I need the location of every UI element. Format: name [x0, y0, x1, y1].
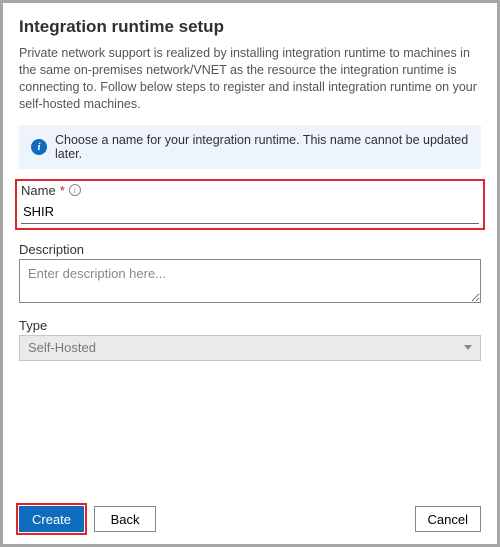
description-field-group: Description — [19, 242, 481, 306]
back-button[interactable]: Back — [94, 506, 156, 532]
name-field-group: Name * i — [15, 179, 485, 230]
type-label: Type — [19, 318, 47, 333]
cancel-button[interactable]: Cancel — [415, 506, 481, 532]
intro-text: Private network support is realized by i… — [19, 45, 481, 113]
info-text: Choose a name for your integration runti… — [55, 133, 469, 161]
name-input[interactable] — [21, 200, 479, 224]
page-title: Integration runtime setup — [19, 17, 481, 37]
required-marker: * — [60, 183, 65, 198]
type-field-group: Type Self-Hosted — [19, 318, 481, 361]
footer-bar: Create Back Cancel — [19, 506, 481, 532]
info-hint-icon[interactable]: i — [69, 184, 81, 196]
integration-runtime-setup-panel: Integration runtime setup Private networ… — [0, 0, 500, 547]
description-label-row: Description — [19, 242, 481, 257]
description-label: Description — [19, 242, 84, 257]
name-label: Name — [21, 183, 56, 198]
type-value: Self-Hosted — [28, 340, 96, 355]
chevron-down-icon — [464, 345, 472, 350]
create-button[interactable]: Create — [19, 506, 84, 532]
type-label-row: Type — [19, 318, 481, 333]
name-label-row: Name * i — [21, 183, 479, 198]
type-select: Self-Hosted — [19, 335, 481, 361]
description-textarea[interactable] — [19, 259, 481, 303]
info-icon: i — [31, 139, 47, 155]
info-bar: i Choose a name for your integration run… — [19, 125, 481, 169]
